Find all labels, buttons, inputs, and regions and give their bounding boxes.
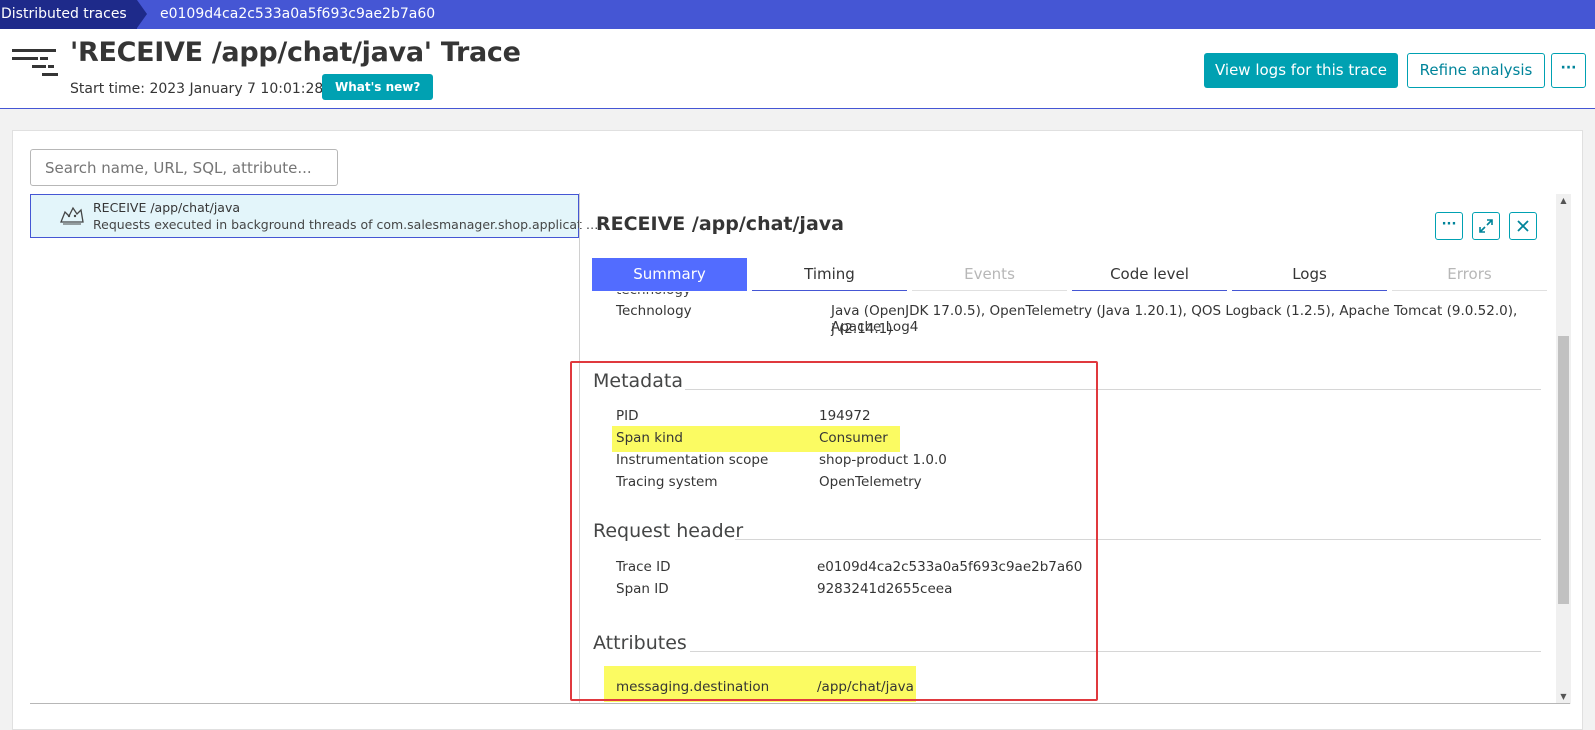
- close-icon[interactable]: [1509, 212, 1537, 240]
- whats-new-button[interactable]: What's new?: [322, 74, 434, 100]
- tab-summary[interactable]: Summary: [592, 258, 747, 291]
- tab-events: Events: [912, 258, 1067, 291]
- technology-key: Technology: [616, 303, 692, 319]
- tree-item-name: RECEIVE /app/chat/java: [93, 200, 241, 215]
- detail-title: RECEIVE /app/chat/java: [596, 213, 844, 235]
- trace-icon: [12, 49, 58, 76]
- tab-code-level[interactable]: Code level: [1072, 258, 1227, 291]
- tree-item-description: Requests executed in background threads …: [93, 217, 599, 232]
- technology-value-line2: j (2.14.1): [831, 321, 893, 337]
- scrollbar-thumb[interactable]: [1558, 336, 1569, 604]
- tomcat-icon: [60, 206, 84, 225]
- tab-logs[interactable]: Logs: [1232, 258, 1387, 291]
- breadcrumb-distributed-traces[interactable]: Distributed traces: [0, 0, 137, 29]
- scroll-up-icon[interactable]: ▲: [1558, 196, 1569, 205]
- cutoff-label: technology: [616, 292, 691, 298]
- scroll-down-icon[interactable]: ▼: [1558, 692, 1569, 701]
- detail-more-button[interactable]: ···: [1435, 212, 1463, 240]
- refine-analysis-button[interactable]: Refine analysis: [1407, 53, 1545, 88]
- annotation-box: [570, 361, 1098, 701]
- tab-errors: Errors: [1392, 258, 1547, 291]
- breadcrumb: Distributed traces e0109d4ca2c533a0a5f69…: [0, 0, 1595, 29]
- search-input[interactable]: [30, 149, 338, 186]
- tree-item-receive-span[interactable]: RECEIVE /app/chat/java Requests executed…: [30, 194, 598, 238]
- view-logs-button[interactable]: View logs for this trace: [1204, 53, 1398, 88]
- breadcrumb-current-trace: e0109d4ca2c533a0a5f693c9ae2b7a60: [160, 6, 436, 22]
- page-header: 'RECEIVE /app/chat/java' Trace Start tim…: [0, 29, 1595, 109]
- more-actions-button[interactable]: ···: [1551, 53, 1586, 88]
- bottom-divider: [30, 703, 1570, 704]
- start-time: Start time: 2023 January 7 10:01:28: [70, 81, 324, 97]
- page-title: 'RECEIVE /app/chat/java' Trace: [70, 37, 521, 68]
- tab-timing[interactable]: Timing: [752, 258, 907, 291]
- technology-value-line1: Java (OpenJDK 17.0.5), OpenTelemetry (Ja…: [831, 303, 1518, 335]
- breadcrumb-separator: [137, 0, 147, 28]
- detail-tabs: Summary Timing Events Code level Logs Er…: [592, 258, 1547, 292]
- expand-icon[interactable]: [1472, 212, 1500, 240]
